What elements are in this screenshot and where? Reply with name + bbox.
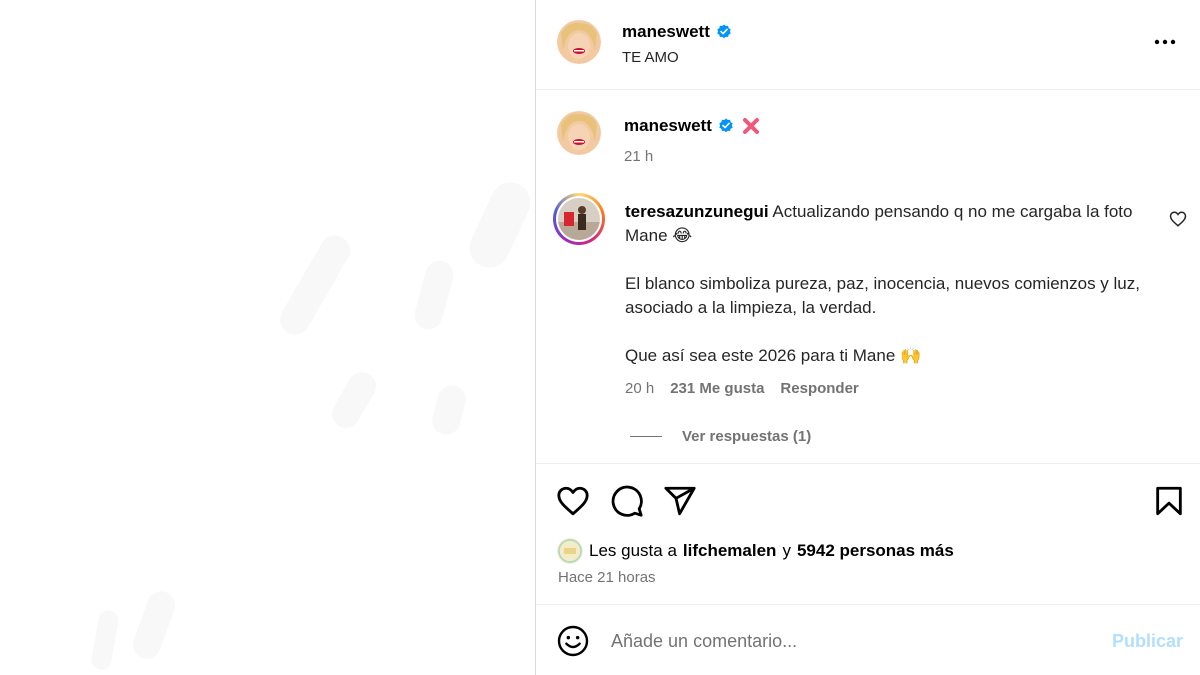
author-username-row: maneswett <box>622 22 732 42</box>
liked-user[interactable]: lifchemalen <box>683 541 777 561</box>
likes-prefix: Les gusta a <box>589 541 677 560</box>
comment-meta: 20 h 231 Me gusta Responder <box>625 380 859 397</box>
liker-avatar[interactable] <box>557 538 583 564</box>
comment-composer: Publicar <box>536 604 1200 675</box>
view-replies-button[interactable]: Ver respuestas (1) <box>630 428 811 445</box>
media-shape <box>411 257 457 333</box>
media-shape <box>462 175 535 275</box>
author-username[interactable]: maneswett <box>622 22 710 42</box>
post-sidebar: maneswett TE AMO maneswett 21 h teresazu… <box>535 0 1200 675</box>
comment-line-2: El blanco simboliza pureza, paz, inocenc… <box>625 274 1140 317</box>
verified-badge-icon <box>719 118 733 133</box>
caption-username[interactable]: maneswett <box>624 116 712 136</box>
post-subtitle: TE AMO <box>622 49 679 66</box>
comment-input[interactable] <box>611 627 1081 655</box>
comment-like-heart-icon[interactable] <box>1169 210 1187 228</box>
commenter-username[interactable]: teresazunzunegui <box>625 202 769 221</box>
caption: maneswett 21 h <box>536 100 1200 180</box>
post-timestamp[interactable]: Hace 21 horas <box>558 569 656 586</box>
media-shape <box>326 367 382 433</box>
cross-mark-icon <box>742 118 759 134</box>
like-heart-icon[interactable] <box>556 484 590 518</box>
publish-button[interactable]: Publicar <box>1112 631 1183 652</box>
reply-button[interactable]: Responder <box>780 380 858 397</box>
save-bookmark-icon[interactable] <box>1152 484 1186 518</box>
replies-divider <box>630 436 662 437</box>
comment: teresazunzunegui Actualizando pensando q… <box>536 190 1200 460</box>
comment-body: teresazunzunegui Actualizando pensando q… <box>625 200 1155 392</box>
likes-others[interactable]: 5942 personas más <box>797 541 954 561</box>
caption-avatar[interactable] <box>557 111 601 155</box>
likes-summary: Les gusta a lifchemalen y 5942 personas … <box>557 538 954 564</box>
media-shape <box>274 229 356 341</box>
comment-line-3: Que así sea este 2026 para ti Mane 🙌 <box>625 346 922 365</box>
author-avatar[interactable] <box>557 20 601 64</box>
view-replies-label: Ver respuestas (1) <box>682 428 812 445</box>
comment-time[interactable]: 20 h <box>625 380 654 397</box>
post-media[interactable] <box>0 0 535 675</box>
more-horizontal-icon[interactable] <box>1151 30 1179 54</box>
media-shape <box>429 382 469 438</box>
caption-username-row: maneswett <box>624 115 762 137</box>
post-actions: Les gusta a lifchemalen y 5942 personas … <box>536 463 1200 603</box>
verified-badge-icon <box>717 24 731 39</box>
media-shape <box>89 608 121 672</box>
comment-bubble-icon[interactable] <box>610 484 644 518</box>
media-shape <box>128 587 180 663</box>
caption-time[interactable]: 21 h <box>624 148 653 165</box>
commenter-avatar[interactable] <box>553 193 605 245</box>
post-header: maneswett TE AMO <box>536 0 1200 90</box>
share-send-icon[interactable] <box>663 484 697 518</box>
comment-likes[interactable]: 231 Me gusta <box>670 380 764 397</box>
likes-joiner: y <box>782 541 791 560</box>
emoji-smiley-icon[interactable] <box>557 625 589 657</box>
